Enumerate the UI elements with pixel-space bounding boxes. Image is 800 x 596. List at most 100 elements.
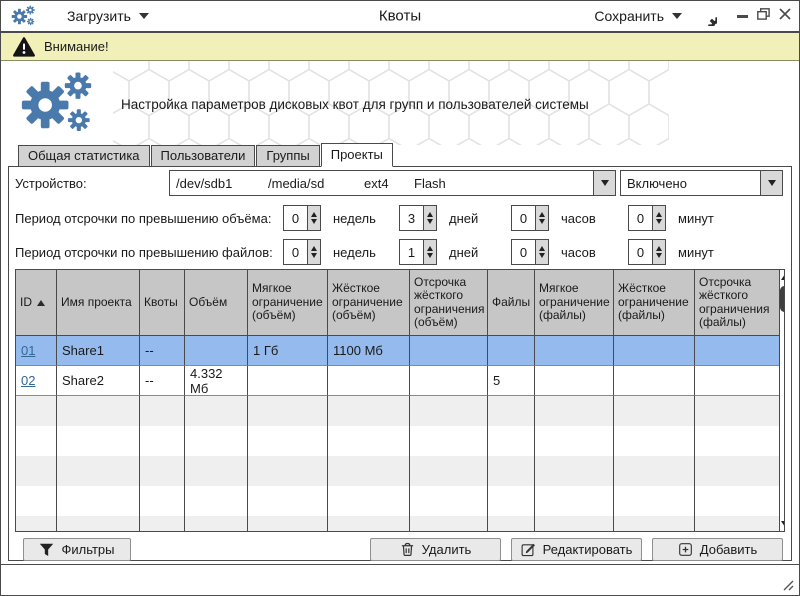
volume-minutes-spinner[interactable]: 0 bbox=[628, 205, 666, 231]
tab-users[interactable]: Пользователи bbox=[151, 145, 256, 167]
spinner-arrows-icon[interactable] bbox=[423, 240, 436, 264]
volume-days-spinner[interactable]: 3 bbox=[399, 205, 437, 231]
trash-icon bbox=[400, 542, 415, 557]
table-cell bbox=[614, 336, 695, 366]
tab-bar: Общая статистика Пользователи Группы Про… bbox=[1, 145, 799, 167]
titlebar: Загрузить Квоты Сохранить bbox=[1, 1, 799, 33]
table-cell: -- bbox=[140, 366, 185, 396]
empty-table-row bbox=[16, 396, 779, 426]
filters-button[interactable]: Фильтры bbox=[23, 538, 131, 561]
col-header-quotas[interactable]: Квоты bbox=[140, 270, 185, 336]
app-window: Загрузить Квоты Сохранить bbox=[0, 0, 800, 596]
col-header-grace-files[interactable]: Отсрочка жёсткого ограничения (файлы) bbox=[695, 270, 779, 336]
device-fstype: ext4 bbox=[364, 176, 414, 191]
quota-status-arrow-button[interactable] bbox=[760, 171, 782, 195]
table-cell bbox=[535, 336, 614, 366]
col-header-files[interactable]: Файлы bbox=[488, 270, 535, 336]
table-cell bbox=[185, 336, 248, 366]
table-cell bbox=[535, 366, 614, 396]
settings-gear-icon[interactable] bbox=[698, 7, 717, 26]
col-header-grace-volume[interactable]: Отсрочка жёсткого ограничения (объём) bbox=[410, 270, 488, 336]
spinner-arrows-icon[interactable] bbox=[423, 206, 436, 230]
table-cell bbox=[410, 336, 488, 366]
spinner-arrows-icon[interactable] bbox=[535, 206, 548, 230]
grace-volume-row: Период отсрочки по превышению объёма: 0 … bbox=[15, 205, 785, 231]
files-days-spinner[interactable]: 1 bbox=[399, 239, 437, 265]
scroll-up-button[interactable] bbox=[780, 270, 785, 284]
actions-bar: Фильтры Удалить bbox=[15, 538, 785, 561]
empty-table-row bbox=[16, 426, 779, 456]
scroll-down-button[interactable] bbox=[780, 517, 785, 531]
spinner-arrows-icon[interactable] bbox=[307, 240, 320, 264]
spinner-arrows-icon[interactable] bbox=[652, 206, 665, 230]
spinner-arrows-icon[interactable] bbox=[307, 206, 320, 230]
files-minutes-spinner[interactable]: 0 bbox=[628, 239, 666, 265]
hours-unit-label: часов bbox=[561, 211, 616, 226]
table-cell bbox=[248, 366, 328, 396]
chevron-down-icon bbox=[672, 13, 682, 19]
device-select-arrow-button[interactable] bbox=[593, 171, 615, 195]
chevron-down-icon bbox=[768, 180, 776, 186]
table-cell bbox=[328, 366, 410, 396]
col-header-hard-limit-volume[interactable]: Жёсткое ограничение (объём) bbox=[328, 270, 410, 336]
chevron-down-icon bbox=[601, 180, 609, 186]
empty-table-row bbox=[16, 486, 779, 516]
delete-button[interactable]: Удалить bbox=[370, 538, 501, 561]
table-row[interactable]: 01 Share1 -- 1 Гб 1100 Мб bbox=[16, 336, 779, 366]
resize-grip[interactable] bbox=[781, 578, 794, 591]
warning-banner: Внимание! bbox=[1, 33, 799, 61]
close-button[interactable] bbox=[779, 7, 791, 25]
table-cell bbox=[410, 366, 488, 396]
days-unit-label: дней bbox=[449, 211, 504, 226]
table-cell bbox=[488, 336, 535, 366]
tab-general-stats[interactable]: Общая статистика bbox=[18, 145, 150, 167]
col-header-volume[interactable]: Объём bbox=[185, 270, 248, 336]
maximize-button[interactable] bbox=[757, 7, 770, 25]
save-menu-button[interactable]: Сохранить bbox=[594, 8, 682, 24]
col-header-project-name[interactable]: Имя проекта bbox=[57, 270, 140, 336]
col-header-hard-limit-files[interactable]: Жёсткое ограничение (файлы) bbox=[614, 270, 695, 336]
projects-panel: Устройство: /dev/sdb1 /media/sd ext4 Fla… bbox=[8, 166, 792, 561]
hero-description: Настройка параметров дисковых квот для г… bbox=[121, 97, 589, 112]
table-cell bbox=[695, 336, 779, 366]
add-button[interactable]: Добавить bbox=[652, 538, 783, 561]
minimize-button[interactable] bbox=[737, 15, 748, 18]
edit-button[interactable]: Редактировать bbox=[511, 538, 642, 561]
table-cell bbox=[614, 366, 695, 396]
spinner-arrows-icon[interactable] bbox=[535, 240, 548, 264]
device-select[interactable]: /dev/sdb1 /media/sd ext4 Flash bbox=[169, 170, 616, 196]
app-logo-gears-icon bbox=[11, 4, 39, 29]
col-header-id[interactable]: ID bbox=[16, 270, 57, 336]
table-cell: 1 Гб bbox=[248, 336, 328, 366]
chevron-up-icon bbox=[781, 274, 786, 280]
table-row[interactable]: 02 Share2 -- 4.332 Мб 5 bbox=[16, 366, 779, 396]
grace-files-label: Период отсрочки по превышению файлов: bbox=[15, 245, 275, 260]
files-weeks-spinner[interactable]: 0 bbox=[283, 239, 321, 265]
project-id-link[interactable]: 02 bbox=[21, 373, 35, 388]
device-volume-label: Flash bbox=[414, 176, 446, 191]
tab-groups[interactable]: Группы bbox=[256, 145, 319, 167]
projects-table: ID Имя проекта Квоты Объём Мягкое ограни… bbox=[15, 269, 785, 532]
spinner-arrows-icon[interactable] bbox=[652, 240, 665, 264]
quota-status-select[interactable]: Включено bbox=[620, 170, 783, 196]
edit-pencil-icon bbox=[521, 542, 536, 557]
tab-projects[interactable]: Проекты bbox=[321, 143, 393, 167]
empty-table-row bbox=[16, 456, 779, 486]
volume-hours-spinner[interactable]: 0 bbox=[511, 205, 549, 231]
grace-volume-label: Период отсрочки по превышению объёма: bbox=[15, 211, 275, 226]
load-menu-button[interactable]: Загрузить bbox=[67, 8, 149, 24]
table-header-row: ID Имя проекта Квоты Объём Мягкое ограни… bbox=[16, 270, 779, 336]
device-mountpoint: /media/sd bbox=[268, 176, 364, 191]
scroll-thumb[interactable] bbox=[780, 286, 785, 312]
col-header-soft-limit-volume[interactable]: Мягкое ограничение (объём) bbox=[248, 270, 328, 336]
weeks-unit-label: недель bbox=[333, 245, 388, 260]
table-scrollbar[interactable] bbox=[779, 270, 785, 531]
table-cell: 4.332 Мб bbox=[185, 366, 248, 396]
project-id-link[interactable]: 01 bbox=[21, 343, 35, 358]
files-hours-spinner[interactable]: 0 bbox=[511, 239, 549, 265]
grace-files-row: Период отсрочки по превышению файлов: 0 … bbox=[15, 239, 785, 265]
col-header-soft-limit-files[interactable]: Мягкое ограничение (файлы) bbox=[535, 270, 614, 336]
volume-weeks-spinner[interactable]: 0 bbox=[283, 205, 321, 231]
warning-text: Внимание! bbox=[44, 39, 109, 54]
filter-icon bbox=[39, 543, 54, 557]
